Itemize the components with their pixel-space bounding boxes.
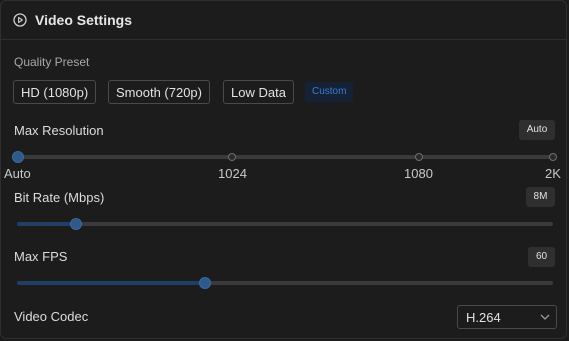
quality-preset-label: Quality Preset [14,55,90,69]
max-resolution-value-badge: Auto [519,120,555,140]
resolution-tick-label-auto: Auto [4,166,31,181]
max-fps-slider-track[interactable] [17,281,553,285]
max-fps-slider-fill [17,281,205,285]
bit-rate-slider-track[interactable] [17,222,553,226]
play-circle-icon [13,13,27,27]
max-resolution-slider-track[interactable] [17,155,553,159]
resolution-tick-1080[interactable] [415,153,423,161]
resolution-tick-label-1080: 1080 [404,166,433,181]
max-resolution-label: Max Resolution [14,123,104,138]
max-fps-value-badge: 60 [528,247,555,267]
max-resolution-slider-thumb[interactable] [12,151,24,163]
preset-hd-button[interactable]: HD (1080p) [13,80,97,104]
resolution-tick-1024[interactable] [228,153,236,161]
bit-rate-slider-fill [17,222,76,226]
video-codec-label: Video Codec [14,309,89,324]
panel-header: Video Settings [1,1,566,40]
bit-rate-slider-thumb[interactable] [69,218,82,230]
panel-title: Video Settings [35,12,132,28]
preset-custom-badge[interactable]: Custom [305,82,354,102]
preset-smooth-button[interactable]: Smooth (720p) [108,80,210,104]
max-fps-label: Max FPS [14,249,68,264]
bit-rate-label: Bit Rate (Mbps) [14,190,105,205]
chevron-down-icon [540,314,550,320]
max-fps-slider-thumb[interactable] [198,277,211,289]
resolution-tick-2k[interactable] [549,153,557,161]
video-settings-panel: Video Settings Quality Preset HD (1080p)… [0,0,567,339]
resolution-tick-label-2k: 2K [545,166,561,181]
video-codec-selected-value: H.264 [466,310,501,325]
resolution-tick-label-1024: 1024 [218,166,247,181]
bit-rate-value-badge: 8M [526,187,555,207]
video-codec-select[interactable]: H.264 [457,305,557,329]
preset-low-data-button[interactable]: Low Data [223,80,294,104]
